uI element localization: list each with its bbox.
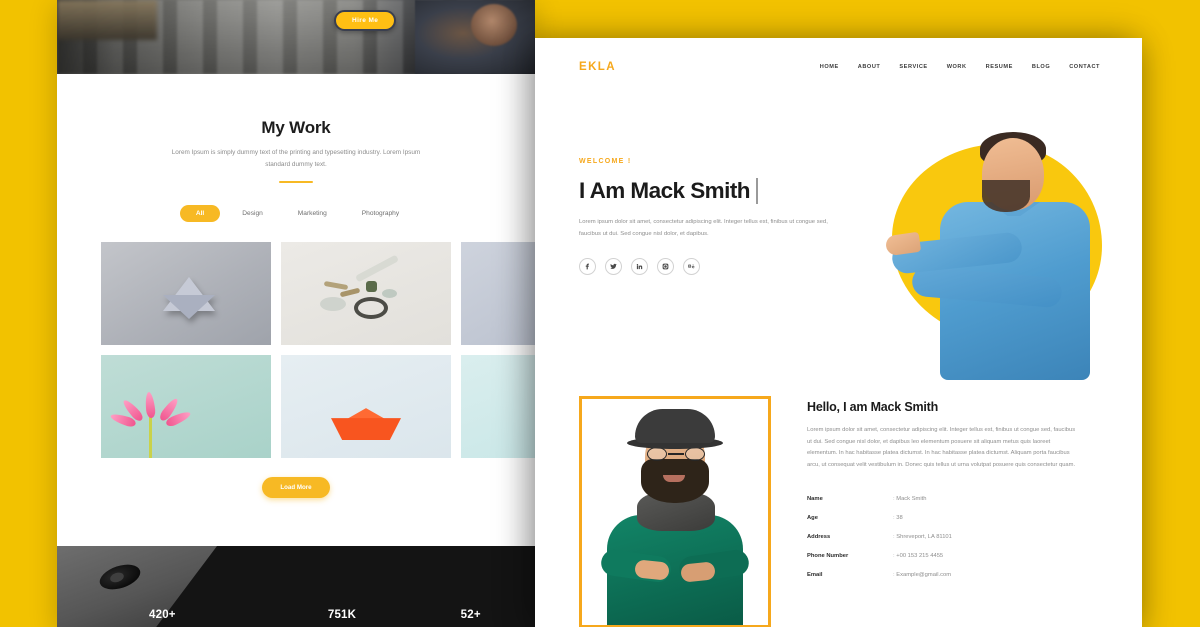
about-portrait-frame (579, 396, 771, 627)
hero-title-text: I Am Mack Smith (579, 178, 751, 203)
ekla-logo[interactable]: EKLA (579, 61, 616, 73)
boat-hull (331, 418, 401, 441)
beard-shape (982, 180, 1030, 212)
personal-info-table: Name Mack Smith Age 38 Address Shrevepor… (807, 489, 1079, 584)
pink-flower-shape (109, 380, 193, 459)
left-panel-body: My Work Lorem Ipsum is simply dummy text… (57, 118, 535, 590)
person-photo (415, 0, 535, 74)
right-preview-panel: EKLA HOME ABOUT SERVICE WORK RESUME BLOG… (535, 38, 1142, 627)
nav-link-home[interactable]: HOME (820, 64, 839, 70)
tools-shape (320, 254, 412, 323)
table-row: Address Shreveport, LA 81101 (807, 527, 1079, 546)
paper-boat-shape (331, 408, 401, 441)
origami-star-shape (163, 276, 216, 319)
nut-shape (366, 280, 377, 292)
glasses-icon (647, 447, 705, 461)
info-key-name: Name (807, 495, 823, 502)
nav-link-work[interactable]: WORK (947, 64, 967, 70)
nav-link-service[interactable]: SERVICE (899, 64, 927, 70)
welcome-label: WELCOME ! (579, 158, 632, 165)
mouth-shape (663, 475, 685, 482)
stat-value-projects: 420+ (149, 609, 176, 621)
hero-text-block: WELCOME ! I Am Mack Smith Lorem ipsum do… (579, 158, 849, 276)
desk-shape (57, 0, 157, 40)
heading-underline-rule (279, 180, 313, 184)
filter-tab-marketing[interactable]: Marketing (285, 205, 340, 222)
hat-shape (635, 409, 715, 443)
cap-shape (382, 288, 397, 298)
my-work-subtitle: Lorem Ipsum is simply dummy text of the … (171, 149, 421, 168)
table-row: Name Mack Smith (807, 489, 1079, 508)
portfolio-item-paper-boat[interactable] (281, 355, 451, 459)
hero-section: WELCOME ! I Am Mack Smith Lorem ipsum do… (535, 96, 1142, 396)
nav-link-about[interactable]: ABOUT (858, 64, 881, 70)
my-work-heading: My Work (261, 118, 331, 137)
filter-tab-all[interactable]: All (179, 205, 221, 223)
hire-me-button[interactable]: Hire Me (334, 10, 397, 31)
about-title: Hello, I am Mack Smith (807, 400, 939, 414)
portfolio-grid (57, 242, 535, 459)
washer-shape (320, 296, 346, 311)
hero-portrait-block (878, 130, 1128, 380)
hero-description: Lorem ipsum dolor sit amet, consectetur … (579, 219, 828, 237)
table-row: Phone Number +00 153 215 4455 (807, 546, 1079, 565)
left-preview-panel: Hire Me My Work Lorem Ipsum is simply du… (57, 0, 535, 627)
portfolio-item-flower[interactable] (101, 355, 271, 459)
info-value-age: 38 (893, 508, 1079, 527)
bolt-shape-1 (323, 280, 349, 290)
info-key-address: Address (807, 533, 831, 540)
wrench-shape (355, 254, 399, 282)
info-key-age: Age (807, 514, 818, 521)
stats-row: 420+ 751K 52+ (57, 609, 535, 621)
work-filter-tabs: All Design Marketing Photography (57, 205, 535, 223)
ring-shape (354, 296, 388, 319)
twitter-icon[interactable] (605, 258, 622, 276)
info-value-name: Mack Smith (893, 489, 1079, 508)
table-row: Email Example@gmail.com (807, 565, 1079, 584)
nav-link-blog[interactable]: BLOG (1032, 64, 1050, 70)
nav-link-resume[interactable]: RESUME (986, 64, 1013, 70)
stat-value-clients: 52+ (460, 609, 481, 621)
hero-portrait-pointing-man (884, 130, 1112, 380)
facebook-icon[interactable] (579, 258, 596, 276)
behance-icon[interactable] (683, 258, 700, 276)
nav-link-contact[interactable]: CONTACT (1069, 64, 1100, 70)
stat-value-views: 751K (327, 609, 357, 621)
portfolio-item-origami-star[interactable] (101, 242, 271, 346)
nav-links: HOME ABOUT SERVICE WORK RESUME BLOG CONT… (820, 64, 1100, 70)
info-value-phone: +00 153 215 4455 (893, 546, 1079, 565)
about-section: Hello, I am Mack Smith Lorem ipsum dolor… (535, 396, 1142, 627)
portfolio-item-origami-bird[interactable] (461, 242, 535, 346)
info-key-phone: Phone Number (807, 552, 849, 559)
about-portrait-man (587, 403, 763, 625)
about-text-block: Hello, I am Mack Smith Lorem ipsum dolor… (807, 400, 1099, 584)
hero-title: I Am Mack Smith (579, 178, 849, 204)
info-value-email: Example@gmail.com (893, 565, 1079, 584)
table-row: Age 38 (807, 508, 1079, 527)
filter-tab-photography[interactable]: Photography (349, 205, 412, 222)
site-navbar: EKLA HOME ABOUT SERVICE WORK RESUME BLOG… (535, 38, 1142, 96)
info-key-email: Email (807, 571, 823, 578)
info-value-address: Shreveport, LA 81101 (893, 527, 1079, 546)
load-more-button[interactable]: Load More (262, 477, 330, 499)
filter-tab-design[interactable]: Design (229, 205, 276, 222)
portfolio-item-tools[interactable] (281, 242, 451, 346)
left-panel-footer-stats: 420+ 751K 52+ (57, 546, 535, 627)
screenshot-stage: Hire Me My Work Lorem Ipsum is simply du… (0, 0, 1200, 627)
flower-stem (149, 414, 152, 459)
about-description: Lorem ipsum dolor sit amet, consectetur … (807, 427, 1076, 468)
flower-petal (144, 391, 156, 419)
instagram-icon[interactable] (657, 258, 674, 276)
portfolio-item-teal-origami[interactable] (461, 355, 535, 459)
social-links (579, 258, 849, 276)
left-panel-hero-banner: Hire Me (57, 0, 535, 74)
linkedin-icon[interactable] (631, 258, 648, 276)
typing-caret (755, 178, 758, 204)
load-more-container: Load More (57, 476, 535, 499)
